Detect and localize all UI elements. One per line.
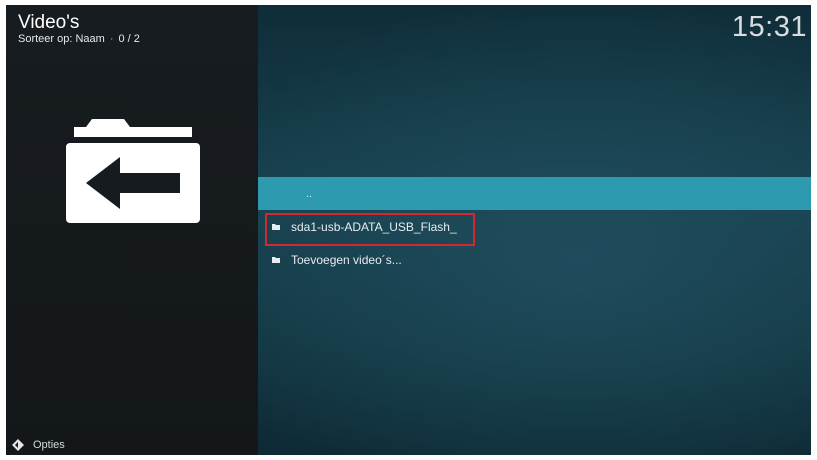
options-icon[interactable]: [12, 439, 24, 451]
list-item[interactable]: Toevoegen video´s...: [258, 243, 811, 276]
media-screen: Video's Sorteer op: Naam · 0 / 2 Opties: [6, 5, 811, 455]
folder-icon: [272, 256, 280, 263]
selection-highlight-box: [265, 213, 475, 246]
parent-folder-label: ..: [306, 187, 313, 200]
options-label[interactable]: Opties: [33, 439, 65, 451]
folder-back-icon[interactable]: [64, 115, 202, 225]
left-panel: Video's Sorteer op: Naam · 0 / 2 Opties: [6, 5, 258, 455]
sort-label[interactable]: Sorteer op: Naam: [18, 33, 105, 45]
separator: ·: [109, 33, 114, 45]
item-count: 0 / 2: [118, 33, 140, 45]
clock: 15:31: [731, 11, 807, 43]
sort-info: Sorteer op: Naam · 0 / 2: [18, 33, 140, 46]
page-title: Video's: [18, 12, 80, 33]
list-item-parent[interactable]: ..: [258, 177, 811, 210]
options-bar[interactable]: Opties: [6, 435, 65, 455]
list-item-label: Toevoegen video´s...: [291, 252, 402, 267]
